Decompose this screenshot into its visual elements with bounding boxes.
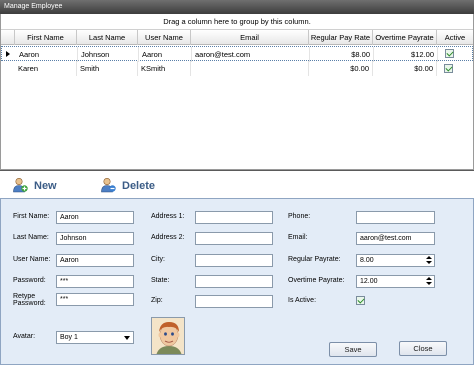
table-row[interactable]: Karen Smith KSmith $0.00 $0.00: [1, 61, 473, 76]
is-active-label: Is Active:: [288, 297, 317, 304]
column-header-overtime-payrate[interactable]: Overtime Payrate: [373, 30, 437, 45]
cell-overtime-payrate[interactable]: $12.00: [374, 47, 438, 62]
column-header-first-name[interactable]: First Name: [15, 30, 77, 45]
phone-label: Phone:: [288, 213, 311, 220]
cell-email[interactable]: [191, 61, 309, 76]
spin-up-icon[interactable]: [426, 256, 432, 259]
avatar-select[interactable]: Boy 1: [56, 331, 134, 344]
zip-label: Zip:: [151, 297, 163, 304]
column-header-active[interactable]: Active: [437, 30, 473, 45]
city-label: City:: [151, 256, 165, 263]
window-title: Manage Employee: [4, 3, 63, 10]
new-button[interactable]: New: [12, 177, 72, 194]
avatar-label: Avatar:: [13, 333, 36, 340]
cell-first-name[interactable]: Karen: [15, 61, 77, 76]
first-name-field[interactable]: Aaron: [56, 211, 134, 224]
column-header-last-name[interactable]: Last Name: [77, 30, 138, 45]
user-name-field[interactable]: Aaron: [56, 254, 134, 267]
current-row-indicator-icon: [6, 51, 10, 57]
delete-button[interactable]: Delete: [100, 177, 170, 194]
user-name-label: User Name:: [13, 256, 51, 263]
regular-payrate-label: Regular Payrate:: [288, 256, 341, 263]
active-checkbox[interactable]: [445, 49, 454, 58]
window-title-bar: Manage Employee: [0, 0, 474, 14]
state-label: State:: [151, 277, 170, 284]
cell-last-name[interactable]: Johnson: [78, 47, 139, 62]
password-label: Password:: [13, 277, 46, 284]
regular-payrate-stepper[interactable]: 8.00: [356, 254, 435, 267]
table-row[interactable]: Aaron Johnson Aaron aaron@test.com $8.00…: [1, 46, 473, 62]
is-active-checkbox[interactable]: [356, 296, 365, 305]
cell-user-name[interactable]: KSmith: [138, 61, 191, 76]
overtime-payrate-spin-buttons[interactable]: [425, 275, 433, 288]
row-indicator-header: [1, 30, 15, 45]
grid-header: First Name Last Name User Name Email Reg…: [1, 30, 473, 45]
email-label: Email:: [288, 234, 308, 241]
group-by-panel[interactable]: Drag a column here to group by this colu…: [1, 14, 473, 30]
avatar-select-value: Boy 1: [60, 334, 78, 341]
cell-overtime-payrate[interactable]: $0.00: [373, 61, 437, 76]
cell-user-name[interactable]: Aaron: [139, 47, 192, 62]
column-header-user-name[interactable]: User Name: [138, 30, 191, 45]
overtime-payrate-value: 12.00: [360, 278, 378, 285]
retype-password-label-line1: Retype: [13, 293, 36, 300]
close-button[interactable]: Close: [399, 341, 447, 356]
city-field[interactable]: [195, 254, 273, 267]
add-user-icon: [13, 177, 28, 193]
delete-button-label: Delete: [122, 180, 156, 192]
active-checkbox[interactable]: [444, 64, 453, 73]
first-name-label: First Name:: [13, 213, 50, 220]
column-header-email[interactable]: Email: [191, 30, 309, 45]
zip-field[interactable]: [195, 295, 273, 308]
employee-grid[interactable]: Drag a column here to group by this colu…: [0, 14, 474, 170]
overtime-payrate-label: Overtime Payrate:: [288, 277, 345, 284]
state-field[interactable]: [195, 275, 273, 288]
address2-label: Address 2:: [151, 234, 185, 241]
password-field[interactable]: ***: [56, 275, 134, 288]
last-name-field[interactable]: Johnson: [56, 232, 134, 245]
email-field[interactable]: aaron@test.com: [356, 232, 435, 245]
cell-email[interactable]: aaron@test.com: [192, 47, 310, 62]
cell-regular-pay-rate[interactable]: $8.00: [310, 47, 374, 62]
column-header-regular-pay-rate[interactable]: Regular Pay Rate: [309, 30, 373, 45]
address1-field[interactable]: [195, 211, 273, 224]
address1-label: Address 1:: [151, 213, 185, 220]
cell-first-name[interactable]: Aaron: [16, 47, 78, 62]
regular-payrate-value: 8.00: [360, 257, 374, 264]
retype-password-label-line2: Password:: [13, 300, 46, 307]
chevron-down-icon: [124, 336, 130, 340]
retype-password-field[interactable]: ***: [56, 293, 134, 306]
employee-detail-form: First Name: Aaron Last Name: Johnson Use…: [0, 199, 474, 365]
save-button[interactable]: Save: [329, 342, 377, 357]
spin-down-icon[interactable]: [426, 282, 432, 285]
spin-up-icon[interactable]: [426, 277, 432, 280]
action-toolbar: New Delete: [0, 170, 474, 199]
phone-field[interactable]: [356, 211, 435, 224]
cell-regular-pay-rate[interactable]: $0.00: [309, 61, 373, 76]
boy-avatar-icon: [152, 318, 184, 354]
avatar-image: [151, 317, 185, 355]
regular-payrate-spin-buttons[interactable]: [425, 254, 433, 267]
last-name-label: Last Name:: [13, 234, 49, 241]
remove-user-icon: [101, 177, 116, 193]
overtime-payrate-stepper[interactable]: 12.00: [356, 275, 435, 288]
spin-down-icon[interactable]: [426, 261, 432, 264]
new-button-label: New: [34, 180, 57, 192]
address2-field[interactable]: [195, 232, 273, 245]
cell-last-name[interactable]: Smith: [77, 61, 138, 76]
